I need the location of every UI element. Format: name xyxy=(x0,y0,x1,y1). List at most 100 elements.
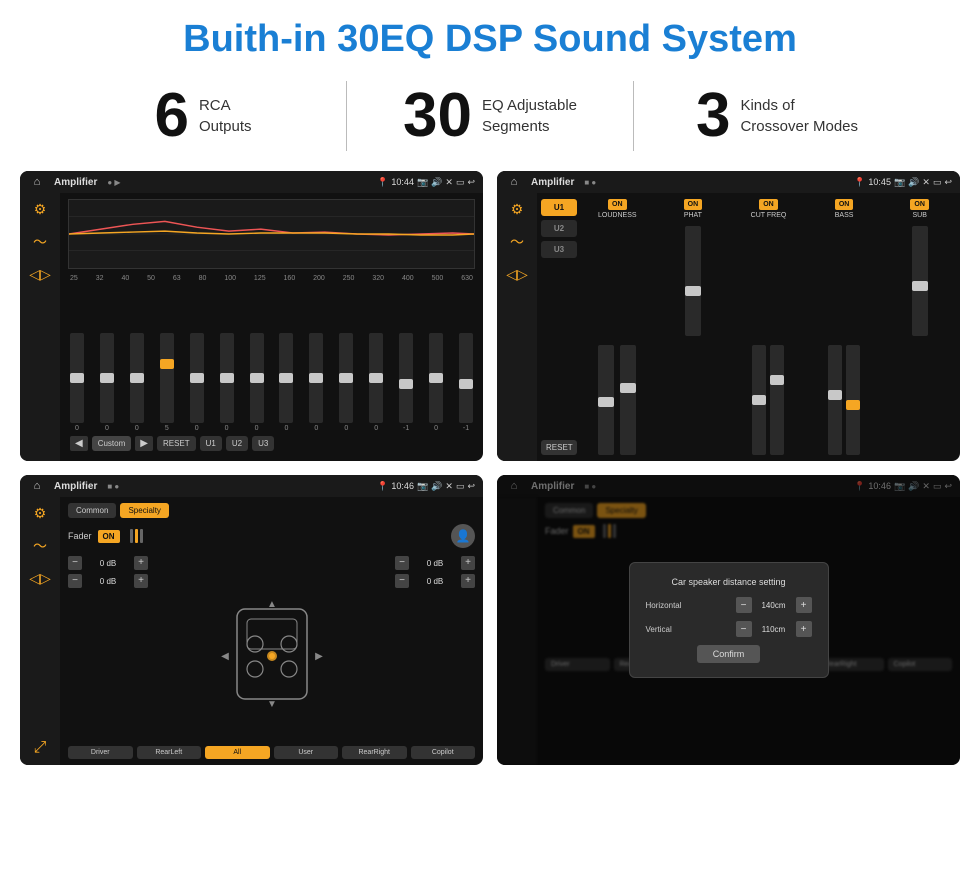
fader-home-icon[interactable]: ⌂ xyxy=(28,477,46,495)
stat-rca: 6 RCA Outputs xyxy=(60,85,346,147)
eq-screen-body: ⚙ 〜 ◁▷ xyxy=(20,193,483,461)
bass-slider-g[interactable] xyxy=(846,345,860,455)
mixer-u1-btn[interactable]: U1 xyxy=(541,199,577,216)
cutfreq-slider-f[interactable] xyxy=(752,345,766,455)
rearright-btn[interactable]: RearRight xyxy=(342,746,407,759)
eq-track-13[interactable] xyxy=(429,333,443,423)
mixer-wave-icon[interactable]: 〜 xyxy=(510,232,524,252)
fader-specialty-tab[interactable]: Specialty xyxy=(120,503,168,518)
freq-320: 320 xyxy=(372,275,384,282)
channel-cutfreq: ON CUT FREQ xyxy=(732,199,805,455)
fader-on-button[interactable]: ON xyxy=(98,530,120,543)
eq-track-6[interactable] xyxy=(220,333,234,423)
dialog-vertical-inc[interactable]: + xyxy=(796,621,812,637)
fader-common-tab[interactable]: Common xyxy=(68,503,116,518)
db-dec-4[interactable]: − xyxy=(395,574,409,588)
eq-next-btn[interactable]: ▶ xyxy=(135,436,153,451)
channel-phat: ON PHAT xyxy=(657,199,730,455)
mixer-u2-btn[interactable]: U2 xyxy=(541,220,577,237)
bass-slider-f[interactable] xyxy=(828,345,842,455)
eq-track-14[interactable] xyxy=(459,333,473,423)
dialog-vertical-dec[interactable]: − xyxy=(736,621,752,637)
eq-track-2[interactable] xyxy=(100,333,114,423)
eq-freq-labels: 25 32 40 50 63 80 100 125 160 200 250 32… xyxy=(68,275,475,282)
db-dec-1[interactable]: − xyxy=(68,556,82,570)
dialog-horizontal-label: Horizontal xyxy=(646,601,682,610)
mixer-reset-btn[interactable]: RESET xyxy=(541,440,577,455)
eq-u2-btn[interactable]: U2 xyxy=(226,436,248,451)
loudness-slider-right[interactable] xyxy=(620,345,636,455)
eq-track-5[interactable] xyxy=(190,333,204,423)
eq-track-4[interactable] xyxy=(160,333,174,423)
mixer-volume-side-icon[interactable]: ◁▷ xyxy=(506,266,528,283)
cutfreq-toggle[interactable]: ON xyxy=(759,199,778,210)
copilot-btn[interactable]: Copilot xyxy=(411,746,476,759)
home-icon[interactable]: ⌂ xyxy=(28,173,46,191)
phat-slider[interactable] xyxy=(685,226,701,336)
db-val-3: 0 dB xyxy=(412,559,458,568)
dialog-vertical-row: Vertical − 110cm + xyxy=(646,621,812,637)
db-inc-3[interactable]: + xyxy=(461,556,475,570)
all-btn[interactable]: All xyxy=(205,746,270,759)
fader-avatar-icon[interactable]: 👤 xyxy=(451,524,475,548)
eq-wave-icon[interactable]: 〜 xyxy=(33,232,47,252)
db-inc-2[interactable]: + xyxy=(134,574,148,588)
eq-dots: ● ▶ xyxy=(107,178,120,187)
page-title: Buith-in 30EQ DSP Sound System xyxy=(0,0,980,71)
eq-track-11[interactable] xyxy=(369,333,383,423)
fader-expand-icon[interactable]: ⤢ xyxy=(34,739,47,757)
eq-track-12[interactable] xyxy=(399,333,413,423)
mixer-filter-icon[interactable]: ⚙ xyxy=(511,201,524,218)
sub-toggle[interactable]: ON xyxy=(910,199,929,210)
rearleft-btn[interactable]: RearLeft xyxy=(137,746,202,759)
mixer-home-icon[interactable]: ⌂ xyxy=(505,173,523,191)
db-inc-1[interactable]: + xyxy=(134,556,148,570)
confirm-button[interactable]: Confirm xyxy=(697,645,761,663)
loudness-toggle[interactable]: ON xyxy=(608,199,627,210)
mixer-u3-btn[interactable]: U3 xyxy=(541,241,577,258)
fader-status-icons: 📍 10:46 📷 🔊 ✕ ▭ ↩ xyxy=(377,481,475,492)
fader-wave-icon[interactable]: 〜 xyxy=(33,536,47,556)
eq-track-9[interactable] xyxy=(309,333,323,423)
mixer-screen-card: ⌂ Amplifier ■ ● 📍 10:45 📷 🔊 ✕ ▭ ↩ ⚙ 〜 ◁▷ xyxy=(497,171,960,461)
eq-custom-btn[interactable]: Custom xyxy=(92,436,132,451)
sub-slider[interactable] xyxy=(912,226,928,336)
freq-400: 400 xyxy=(402,275,414,282)
eq-track-3[interactable] xyxy=(130,333,144,423)
eq-reset-btn[interactable]: RESET xyxy=(157,436,196,451)
fader-vol-icon[interactable]: ◁▷ xyxy=(29,570,51,587)
loudness-slider-left[interactable] xyxy=(598,345,614,455)
dialog-horizontal-inc[interactable]: + xyxy=(796,597,812,613)
fader-filter-icon[interactable]: ⚙ xyxy=(34,505,47,522)
db-dec-3[interactable]: − xyxy=(395,556,409,570)
eq-u3-btn[interactable]: U3 xyxy=(252,436,274,451)
eq-track-8[interactable] xyxy=(279,333,293,423)
dialog-title: Car speaker distance setting xyxy=(646,577,812,587)
eq-filter-icon[interactable]: ⚙ xyxy=(34,201,47,218)
eq-slider-9: 0 xyxy=(309,333,323,432)
bass-toggle[interactable]: ON xyxy=(835,199,854,210)
fader-label-text: Fader xyxy=(68,531,92,541)
db-dec-2[interactable]: − xyxy=(68,574,82,588)
phat-toggle[interactable]: ON xyxy=(684,199,703,210)
eq-track-10[interactable] xyxy=(339,333,353,423)
fader-time: 10:46 xyxy=(391,481,414,491)
user-btn[interactable]: User xyxy=(274,746,339,759)
eq-prev-btn[interactable]: ◀ xyxy=(70,436,88,451)
back-icon: ↩ xyxy=(467,177,475,188)
eq-slider-4: 5 xyxy=(160,333,174,432)
cutfreq-slider-g[interactable] xyxy=(770,345,784,455)
stat-rca-number: 6 xyxy=(154,85,188,147)
db-inc-4[interactable]: + xyxy=(461,574,475,588)
dialog-horizontal-ctrl: − 140cm + xyxy=(736,597,812,613)
minimize-icon: ▭ xyxy=(456,177,465,188)
dialog-horizontal-dec[interactable]: − xyxy=(736,597,752,613)
fader-main: Common Specialty Fader ON 👤 xyxy=(60,497,483,765)
eq-volume-icon[interactable]: ◁▷ xyxy=(29,266,51,283)
eq-val-7: 0 xyxy=(255,425,259,432)
eq-track-7[interactable] xyxy=(250,333,264,423)
eq-u1-btn[interactable]: U1 xyxy=(200,436,222,451)
driver-btn[interactable]: Driver xyxy=(68,746,133,759)
eq-track-1[interactable] xyxy=(70,333,84,423)
dialog-overlay: Car speaker distance setting Horizontal … xyxy=(497,475,960,765)
